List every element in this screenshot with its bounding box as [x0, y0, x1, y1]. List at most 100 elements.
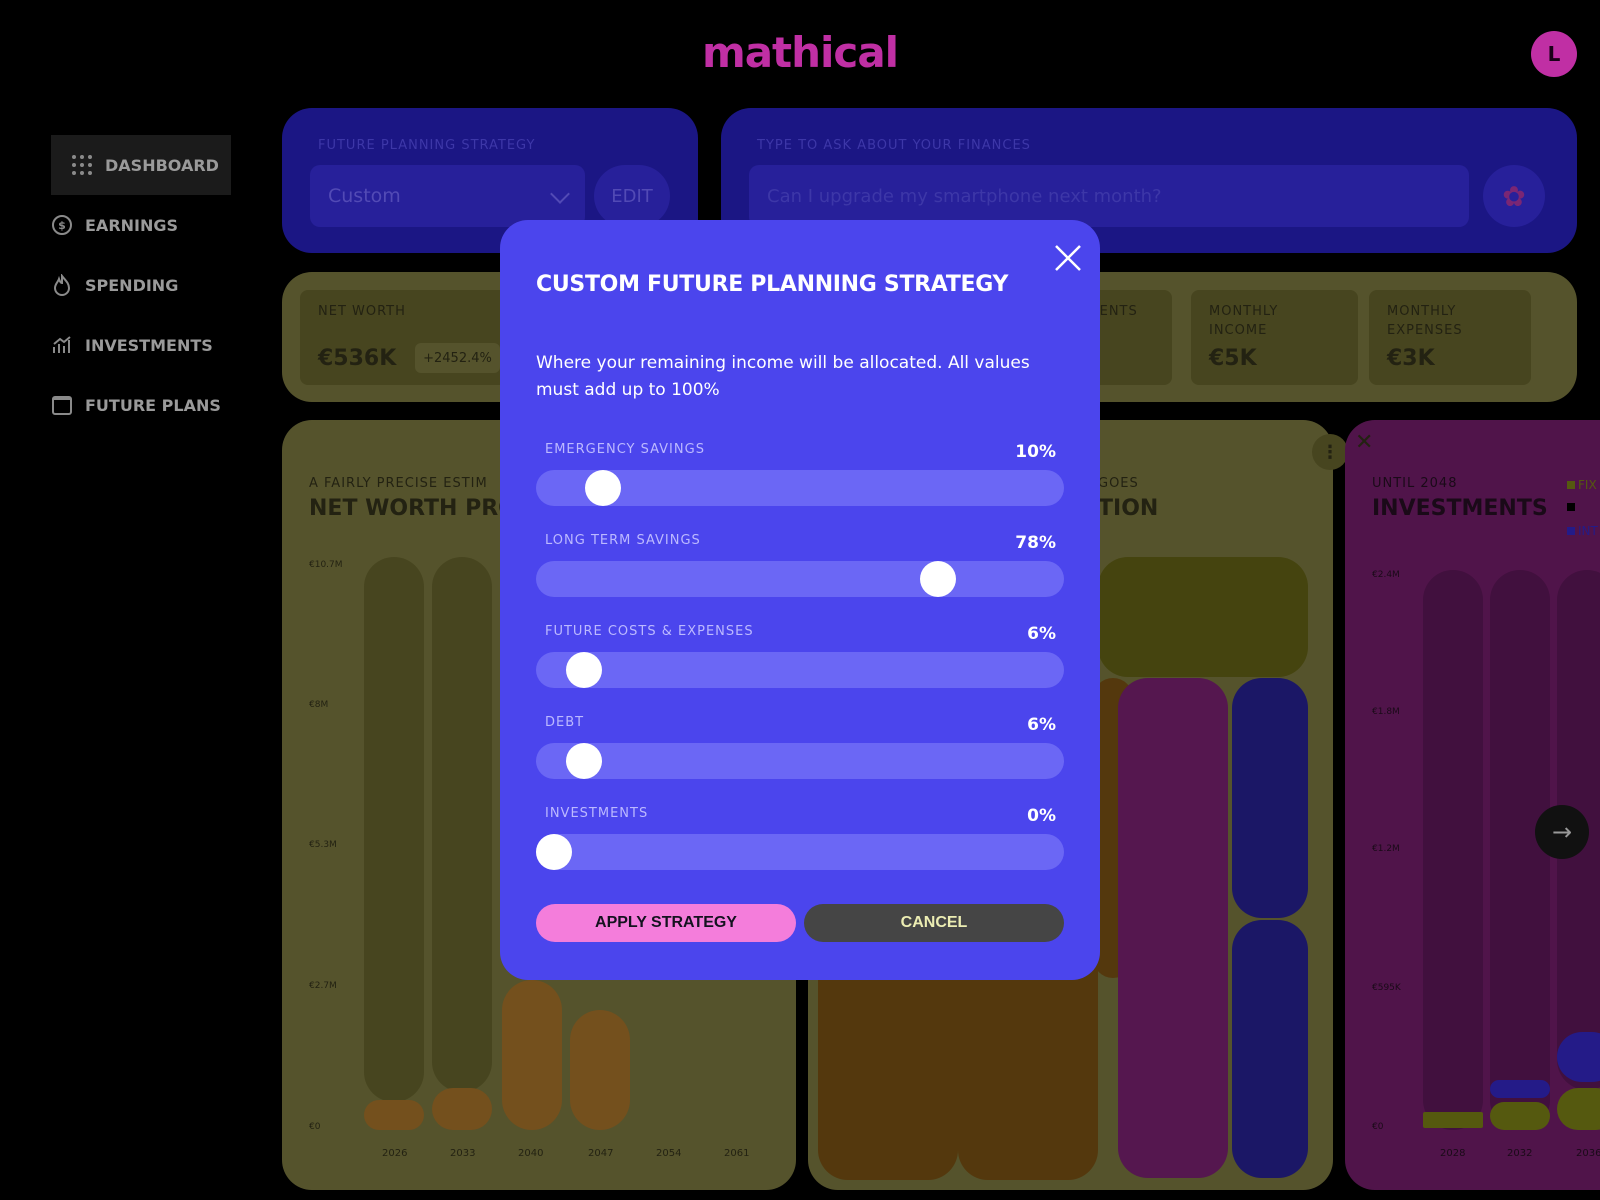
bar-segment	[1490, 1080, 1550, 1098]
strategy-label: FUTURE PLANNING STRATEGY	[318, 138, 536, 153]
legend-item: INT	[1567, 524, 1598, 538]
stat-monthly-expenses: MONTHLY EXPENSES €3K	[1369, 290, 1531, 385]
strategy-selected-value: Custom	[328, 185, 401, 207]
bar-segment	[1423, 1112, 1483, 1128]
sidebar-item-spending[interactable]: SPENDING	[51, 255, 231, 315]
custom-strategy-modal: CUSTOM FUTURE PLANNING STRATEGY Where yo…	[500, 220, 1100, 980]
card-subtitle: A FAIRLY PRECISE ESTIM	[309, 476, 488, 491]
close-icon[interactable]: ✕	[1355, 430, 1373, 455]
y-tick: €1.2M	[1372, 844, 1400, 854]
sidebar-item-label: SPENDING	[85, 275, 179, 295]
slider-label: FUTURE COSTS & EXPENSES	[545, 624, 754, 639]
sidebar-item-label: FUTURE PLANS	[85, 395, 221, 415]
x-tick: 2054	[656, 1148, 682, 1159]
stat-value: €5K	[1209, 346, 1257, 371]
legend-item: FIX	[1567, 478, 1597, 492]
pinwheel-icon: ✿	[1502, 179, 1526, 213]
slider-track[interactable]	[536, 652, 1064, 688]
bar-segment	[1557, 1032, 1600, 1082]
slider-thumb[interactable]	[536, 834, 572, 870]
slider-thumb[interactable]	[919, 561, 956, 597]
grid-icon	[71, 154, 93, 176]
slider-investments: INVESTMENTS 0%	[536, 806, 1064, 876]
slider-value: 6%	[1027, 715, 1056, 735]
sidebar-item-dashboard[interactable]: DASHBOARD	[51, 135, 231, 195]
next-arrow-button[interactable]: →	[1535, 805, 1589, 859]
x-tick: 2028	[1440, 1148, 1466, 1159]
bar-total	[1423, 570, 1483, 1130]
ask-label: TYPE TO ASK ABOUT YOUR FINANCES	[757, 138, 1031, 153]
x-tick: 2061	[724, 1148, 750, 1159]
slider-long-term-savings: LONG TERM SAVINGS 78%	[536, 533, 1064, 603]
cancel-button[interactable]: CANCEL	[804, 904, 1064, 942]
app-logo: mathical	[701, 28, 899, 77]
ask-input[interactable]: Can I upgrade my smartphone next month?	[749, 165, 1469, 227]
sidebar-item-investments[interactable]: INVESTMENTS	[51, 315, 231, 375]
x-tick: 2047	[588, 1148, 614, 1159]
chart-icon	[51, 334, 73, 356]
chevron-down-icon	[550, 184, 570, 204]
slider-value: 10%	[1015, 442, 1056, 462]
sidebar-item-future-plans[interactable]: FUTURE PLANS	[51, 375, 231, 435]
y-tick: €2.7M	[309, 981, 337, 991]
slider-value: 6%	[1027, 624, 1056, 644]
slider-thumb[interactable]	[565, 652, 602, 688]
card-subtitle: GOES	[1098, 476, 1139, 491]
strategy-select[interactable]: Custom	[310, 165, 585, 227]
card-title: TION	[1098, 496, 1159, 521]
slider-future-costs: FUTURE COSTS & EXPENSES 6%	[536, 624, 1064, 694]
slider-track[interactable]	[536, 561, 1064, 597]
y-tick: €2.4M	[1372, 570, 1400, 580]
stat-label: MONTHLY INCOME	[1209, 304, 1279, 338]
dollar-icon: $	[51, 214, 73, 236]
bar-segment	[1098, 557, 1308, 677]
bar-value	[570, 1010, 630, 1130]
y-tick: €0	[309, 1122, 321, 1132]
slider-track[interactable]	[536, 743, 1064, 779]
slider-debt: DEBT 6%	[536, 715, 1064, 785]
y-tick: €10.7M	[309, 560, 343, 570]
y-tick: €5.3M	[309, 840, 337, 850]
bar-segment	[1557, 1088, 1600, 1130]
close-icon[interactable]	[1048, 238, 1088, 278]
more-options-button[interactable]: ⋮	[1312, 434, 1348, 470]
modal-title: CUSTOM FUTURE PLANNING STRATEGY	[536, 272, 1009, 297]
stat-monthly-income: MONTHLY INCOME €5K	[1191, 290, 1358, 385]
apply-strategy-button[interactable]: APPLY STRATEGY	[536, 904, 796, 942]
bar-segment	[1490, 1102, 1550, 1130]
sidebar-item-earnings[interactable]: $ EARNINGS	[51, 195, 231, 255]
y-tick: €595K	[1372, 983, 1401, 993]
x-tick: 2036	[1576, 1148, 1600, 1159]
edit-button[interactable]: EDIT	[594, 165, 670, 227]
bar-value	[364, 1100, 424, 1130]
slider-label: LONG TERM SAVINGS	[545, 533, 701, 548]
bar-segment	[1118, 678, 1228, 1178]
more-icon: ⋮	[1321, 441, 1339, 463]
investments-card: ✕ UNTIL 2048 INVESTMENTS FIX INT €2.4M €…	[1345, 420, 1600, 1190]
bar-total	[432, 557, 492, 1092]
y-tick: €8M	[309, 700, 329, 710]
slider-thumb[interactable]	[585, 470, 622, 506]
slider-thumb[interactable]	[565, 743, 602, 779]
card-title: INVESTMENTS	[1372, 496, 1548, 521]
card-subtitle: UNTIL 2048	[1372, 476, 1458, 491]
sidebar-item-label: DASHBOARD	[105, 155, 219, 175]
slider-label: EMERGENCY SAVINGS	[545, 442, 705, 457]
card-title: NET WORTH PRO	[309, 496, 517, 521]
flame-icon	[51, 274, 73, 296]
sidebar-nav: DASHBOARD $ EARNINGS SPENDING INVESTMENT…	[51, 135, 231, 435]
x-tick: 2040	[518, 1148, 544, 1159]
slider-track[interactable]	[536, 834, 1064, 870]
ask-submit-button[interactable]: ✿	[1483, 165, 1545, 227]
stat-change-badge: +2452.4%	[415, 343, 500, 373]
bar-total	[364, 557, 424, 1102]
y-tick: €1.8M	[1372, 707, 1400, 717]
calendar-icon	[51, 394, 73, 416]
slider-label: INVESTMENTS	[545, 806, 649, 821]
bar-segment	[1232, 678, 1308, 918]
avatar[interactable]: L	[1531, 31, 1577, 77]
arrow-right-icon: →	[1551, 818, 1573, 846]
stat-label: MONTHLY EXPENSES	[1387, 304, 1463, 338]
sidebar-item-label: INVESTMENTS	[85, 335, 213, 355]
slider-label: DEBT	[545, 715, 585, 730]
